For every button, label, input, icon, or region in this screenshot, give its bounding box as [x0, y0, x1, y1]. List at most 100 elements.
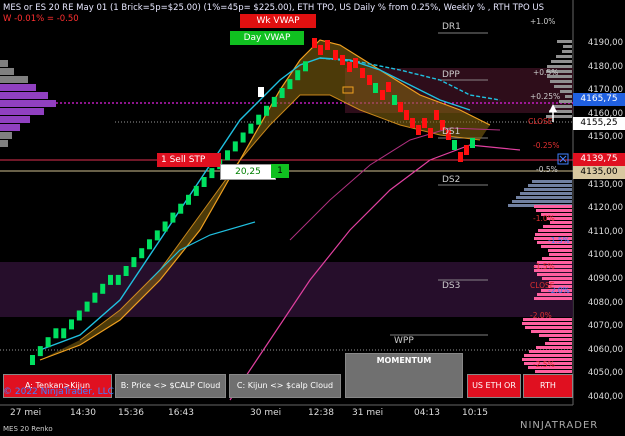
ds1-label: DS1	[442, 127, 461, 137]
price-tick-label: 4190,00	[587, 38, 623, 48]
pct-label: -2.0%	[530, 311, 552, 320]
price-tick-label: 4080,00	[587, 297, 623, 308]
renko-brick	[209, 168, 215, 179]
time-tick-label: 12:38	[308, 408, 334, 418]
close-label: CLOSE	[530, 281, 555, 290]
renko-brick	[76, 310, 82, 321]
profile-bar	[557, 40, 572, 43]
renko-brick	[186, 194, 191, 205]
renko-brick	[458, 152, 463, 162]
renko-brick	[271, 96, 277, 107]
pct-label: +0.5%	[533, 68, 559, 77]
profile-bar	[0, 60, 8, 67]
profile-bar	[560, 90, 572, 93]
renko-brick	[193, 185, 199, 196]
price-box-entry: 4135,00	[573, 166, 625, 179]
profile-bar	[0, 132, 12, 139]
time-tick-label: 31 mei	[352, 408, 384, 418]
weekly-change: W -0.01% = -0.50	[3, 14, 79, 24]
profile-bar	[545, 342, 572, 345]
renko-brick	[154, 230, 160, 241]
renko-brick	[30, 355, 35, 365]
time-tick-label: 04:13	[414, 408, 440, 418]
us-eth-or-button[interactable]: US ETH OR	[467, 374, 521, 398]
time-tick-label: 15:36	[118, 408, 144, 418]
sell-stop-button[interactable]: 1 Sell STP	[157, 153, 221, 167]
price-tick-label: 4060,00	[587, 344, 623, 355]
renko-brick	[295, 70, 301, 81]
profile-bar	[522, 322, 572, 325]
renko-brick	[279, 88, 285, 98]
profile-bar	[525, 326, 572, 329]
kijun-cloud-button[interactable]: C: Kijun <> $calp Cloud	[229, 374, 341, 398]
profile-bar	[536, 346, 572, 349]
renko-brick	[53, 328, 59, 339]
renko-brick	[201, 177, 207, 187]
profile-bar	[531, 330, 572, 333]
profile-bar	[0, 140, 8, 147]
chart-canvas[interactable]	[0, 0, 625, 436]
profile-bar	[548, 249, 572, 252]
position-quantity[interactable]: 1	[271, 164, 289, 178]
renko-brick	[360, 68, 365, 78]
day-vwap-tag: Day VWAP	[230, 31, 304, 45]
profile-bar	[563, 45, 572, 48]
wpp-label: WPP	[394, 336, 414, 346]
pct-label: -1.5%	[533, 262, 555, 271]
rth-button[interactable]: RTH	[523, 374, 573, 398]
renko-brick	[225, 150, 230, 161]
time-tick-label: 14:30	[70, 408, 96, 418]
profile-bar	[542, 277, 572, 280]
renko-brick	[373, 83, 378, 93]
profile-bar	[528, 184, 572, 187]
renko-brick	[404, 110, 409, 120]
renko-brick	[318, 45, 323, 55]
mid-channel-line	[289, 127, 501, 241]
pct-label: -1.5%	[548, 236, 570, 245]
profile-bar	[534, 297, 572, 300]
price-tick-label: 4150,00	[587, 132, 623, 143]
renko-brick	[45, 337, 51, 348]
profile-bar	[0, 116, 30, 123]
renko-brick	[147, 239, 152, 250]
profile-bar	[551, 60, 572, 63]
time-tick-label: 27 mei	[10, 408, 42, 418]
momentum-button[interactable]: MOMENTUM	[345, 353, 463, 398]
renko-brick	[392, 95, 397, 105]
profile-bar	[559, 100, 572, 103]
profile-bar	[554, 85, 572, 88]
renko-brick	[139, 248, 145, 259]
pct-label: -1.0%	[533, 214, 555, 223]
profile-bar	[542, 257, 572, 260]
profile-bar	[556, 55, 572, 58]
renko-brick	[410, 118, 415, 128]
renko-brick	[37, 346, 43, 357]
pct-label: -0.25%	[533, 141, 560, 150]
renko-brick	[123, 266, 129, 276]
renko-brick	[84, 301, 90, 312]
renko-brick	[287, 79, 293, 90]
renko-brick	[232, 141, 238, 152]
renko-brick	[108, 274, 113, 285]
profile-bar	[541, 245, 572, 248]
ds2-label: DS2	[442, 175, 461, 185]
profile-bar	[553, 105, 572, 108]
renko-brick	[92, 292, 98, 303]
renko-brick	[464, 145, 469, 155]
profile-bar	[516, 196, 572, 199]
dr1-label: DR1	[442, 22, 461, 32]
profile-bar	[0, 92, 48, 99]
price-cloud-button[interactable]: B: Price <> $CALP Cloud	[115, 374, 226, 398]
profile-bar	[565, 95, 572, 98]
price-tick-label: 4100,00	[587, 250, 623, 261]
time-tick-label: 16:43	[168, 408, 194, 418]
profile-bar	[543, 225, 572, 228]
position-value: 20,25	[220, 164, 276, 180]
renko-brick	[115, 274, 121, 285]
renko-brick	[347, 62, 352, 72]
copyright: © 2022 NinjaTrader, LLC	[3, 387, 114, 397]
renko-brick	[398, 102, 403, 112]
profile-bar	[0, 68, 14, 75]
renko-brick	[256, 114, 262, 125]
pct-label: -0.5%	[536, 165, 558, 174]
